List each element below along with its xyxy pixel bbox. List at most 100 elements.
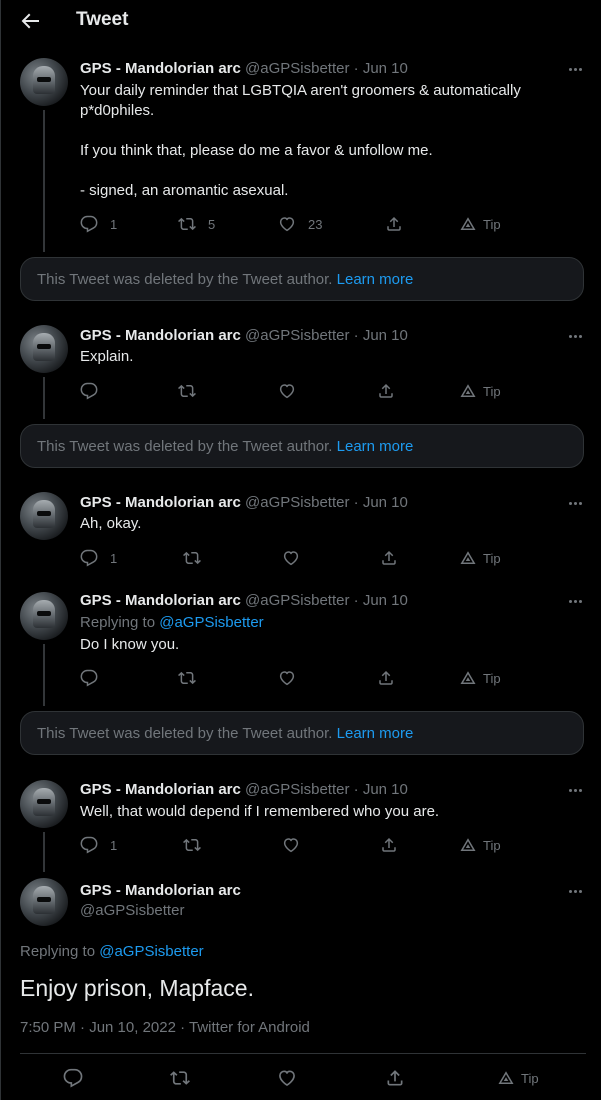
retweet-button[interactable] [183, 548, 201, 568]
author-name[interactable]: GPS - Mandolorian arc [80, 60, 241, 77]
retweet-icon [178, 382, 196, 400]
retweet-button[interactable] [178, 668, 196, 688]
tip-button[interactable]: Tip [459, 548, 501, 568]
more-horizontal-icon[interactable] [566, 331, 586, 343]
heart-icon [277, 1068, 297, 1088]
like-button[interactable] [282, 835, 300, 855]
tip-icon [459, 382, 477, 400]
page-title: Tweet [76, 9, 129, 30]
share-button[interactable] [377, 668, 395, 688]
heart-icon [278, 669, 296, 687]
share-button[interactable] [385, 214, 403, 234]
replying-prefix: Replying to [20, 943, 96, 960]
learn-more-link[interactable]: Learn more [337, 438, 414, 455]
deleted-notice-text: This Tweet was deleted by the Tweet auth… [37, 725, 333, 742]
author-name[interactable]: GPS - Mandolorian arc [80, 592, 241, 609]
reply-count: 1 [110, 550, 118, 566]
author-handle[interactable]: @aGPSisbetter [245, 592, 349, 609]
tweet-text: Explain. [80, 348, 134, 365]
thread-line [43, 110, 45, 252]
retweet-count: 5 [208, 216, 216, 232]
share-icon [377, 382, 395, 400]
tip-label: Tip [483, 670, 501, 686]
tweet-date[interactable]: Jun 10 [363, 60, 408, 77]
more-horizontal-icon[interactable] [566, 785, 586, 797]
author-handle[interactable]: @aGPSisbetter [80, 902, 184, 919]
reply-button[interactable]: 1 [80, 214, 117, 234]
more-horizontal-icon[interactable] [566, 498, 586, 510]
tweet-date[interactable]: Jun 10 [363, 781, 408, 798]
retweet-icon [178, 669, 196, 687]
author-handle[interactable]: @aGPSisbetter [245, 781, 349, 798]
reply-button[interactable] [63, 1068, 83, 1088]
tweet-header: GPS - Mandolorian arc @aGPSisbetter · Ju… [80, 592, 408, 609]
like-button[interactable]: 23 [278, 214, 322, 234]
replying-to-link[interactable]: @aGPSisbetter [99, 943, 203, 960]
reply-button[interactable]: 1 [80, 548, 117, 568]
tip-icon [459, 669, 477, 687]
deleted-tweet-notice: This Tweet was deleted by the Tweet auth… [20, 711, 584, 755]
tip-button[interactable]: Tip [459, 835, 501, 855]
tweet-timestamp[interactable]: 7:50 PM · Jun 10, 2022 · Twitter for And… [20, 1019, 310, 1036]
learn-more-link[interactable]: Learn more [337, 725, 414, 742]
more-horizontal-icon[interactable] [566, 886, 586, 898]
tip-button[interactable]: Tip [497, 1068, 539, 1088]
author-name[interactable]: GPS - Mandolorian arc [80, 327, 241, 344]
reply-icon [80, 549, 98, 567]
like-button[interactable] [278, 381, 296, 401]
tweet-date[interactable]: Jun 10 [363, 494, 408, 511]
author-handle[interactable]: @aGPSisbetter [245, 327, 349, 344]
retweet-button[interactable]: 5 [178, 214, 215, 234]
author-name[interactable]: GPS - Mandolorian arc [80, 781, 241, 798]
like-button[interactable] [278, 668, 296, 688]
tweet-header: GPS - Mandolorian arc @aGPSisbetter · Ju… [80, 327, 408, 344]
share-button[interactable] [380, 548, 398, 568]
tip-button[interactable]: Tip [459, 668, 501, 688]
share-icon [380, 549, 398, 567]
share-button[interactable] [380, 835, 398, 855]
tweet-header: GPS - Mandolorian arc @aGPSisbetter · Ju… [80, 60, 408, 77]
retweet-icon [178, 215, 196, 233]
retweet-button[interactable] [170, 1068, 190, 1088]
reply-button[interactable]: 1 [80, 835, 117, 855]
share-icon [385, 1068, 405, 1088]
tweet-date[interactable]: Jun 10 [363, 592, 408, 609]
more-horizontal-icon[interactable] [566, 596, 586, 608]
replying-to: Replying to @aGPSisbetter [20, 943, 204, 960]
avatar[interactable] [20, 325, 68, 373]
tip-button[interactable]: Tip [459, 381, 501, 401]
share-button[interactable] [377, 381, 395, 401]
avatar[interactable] [20, 780, 68, 828]
reply-icon [80, 215, 98, 233]
thread-line [43, 377, 45, 419]
tweet-date[interactable]: Jun 10 [363, 327, 408, 344]
learn-more-link[interactable]: Learn more [337, 271, 414, 288]
share-button[interactable] [385, 1068, 405, 1088]
avatar[interactable] [20, 878, 68, 926]
avatar[interactable] [20, 592, 68, 640]
reply-count: 1 [110, 837, 118, 853]
tweet-header: GPS - Mandolorian arc @aGPSisbetter · Ju… [80, 494, 408, 511]
author-name[interactable]: GPS - Mandolorian arc [80, 882, 241, 899]
reply-button[interactable] [80, 668, 98, 688]
author-handle[interactable]: @aGPSisbetter [245, 494, 349, 511]
replying-to: Replying to @aGPSisbetter [80, 614, 264, 631]
reply-button[interactable] [80, 381, 98, 401]
like-button[interactable] [277, 1068, 297, 1088]
avatar[interactable] [20, 58, 68, 106]
arrow-left-icon[interactable] [18, 9, 42, 33]
more-horizontal-icon[interactable] [566, 64, 586, 76]
share-icon [380, 836, 398, 854]
tip-button[interactable]: Tip [459, 214, 501, 234]
like-button[interactable] [282, 548, 300, 568]
retweet-button[interactable] [178, 381, 196, 401]
avatar[interactable] [20, 492, 68, 540]
replying-to-link[interactable]: @aGPSisbetter [159, 614, 263, 631]
author-name[interactable]: GPS - Mandolorian arc [80, 494, 241, 511]
reply-icon [63, 1068, 83, 1088]
replying-prefix: Replying to [80, 614, 156, 631]
top-bar: Tweet [1, 0, 601, 42]
reply-icon [80, 669, 98, 687]
retweet-button[interactable] [183, 835, 201, 855]
author-handle[interactable]: @aGPSisbetter [245, 60, 349, 77]
